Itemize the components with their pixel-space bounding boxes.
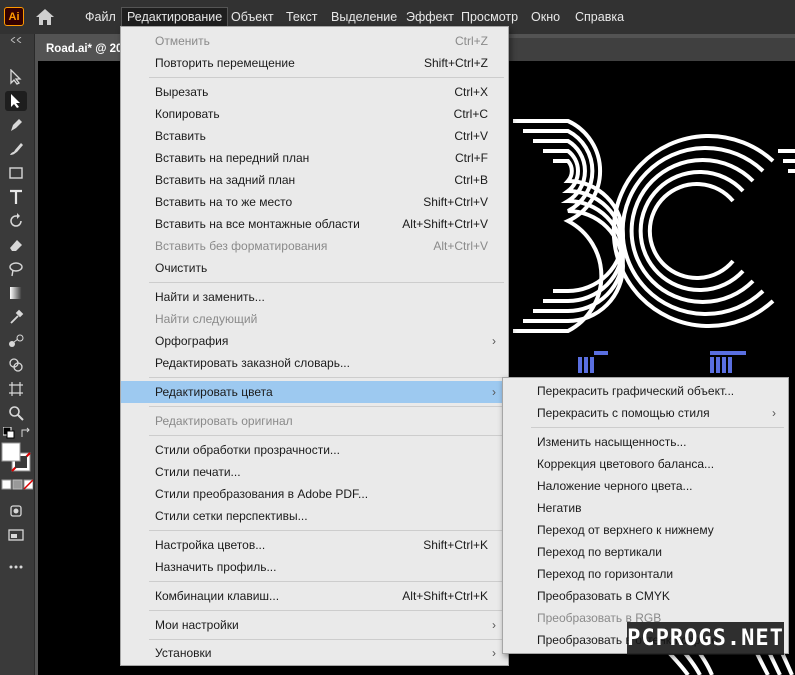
menu-item-copy[interactable]: Копировать Ctrl+C [121, 103, 508, 125]
submenu-arrow-icon: › [492, 334, 496, 348]
submenu-item-invert-colors[interactable]: Негатив [503, 497, 788, 519]
menu-item-clear[interactable]: Очистить [121, 257, 508, 279]
menu-select[interactable]: Выделение [326, 8, 402, 26]
menu-separator [149, 610, 504, 611]
menu-item-paste-no-format[interactable]: Вставить без форматирования Alt+Ctrl+V [121, 235, 508, 257]
menu-item-color-settings[interactable]: Настройка цветов... Shift+Ctrl+K [121, 534, 508, 556]
menu-item-my-settings[interactable]: Мои настройки › [121, 614, 508, 636]
artboard-tool-icon[interactable] [5, 379, 27, 399]
menu-view[interactable]: Просмотр [456, 8, 523, 26]
menu-separator [149, 639, 504, 640]
menu-file[interactable]: Файл [80, 8, 121, 26]
submenu-arrow-icon: › [492, 618, 496, 632]
menu-item-find-next[interactable]: Найти следующий [121, 308, 508, 330]
menu-item-edit-original[interactable]: Редактировать оригинал [121, 410, 508, 432]
menu-edit[interactable]: Редактирование [121, 7, 229, 27]
type-tool-icon[interactable] [5, 187, 27, 207]
submenu-item-recolor-artwork[interactable]: Перекрасить графический объект... [503, 380, 788, 402]
menu-item-paste-in-place[interactable]: Вставить на то же место Shift+Ctrl+V [121, 191, 508, 213]
menu-item-paste-all-artboards[interactable]: Вставить на все монтажные области Alt+Shi… [121, 213, 508, 235]
submenu-item-blend-front-to-back[interactable]: Переход от верхнего к нижнему [503, 519, 788, 541]
menu-item-paste-back[interactable]: Вставить на задний план Ctrl+B [121, 169, 508, 191]
rotate-tool-icon[interactable] [5, 211, 27, 231]
menu-separator [149, 377, 504, 378]
eraser-tool-icon[interactable] [5, 235, 27, 255]
menu-item-spelling[interactable]: Орфография › [121, 330, 508, 352]
menu-item-preferences[interactable]: Установки › [121, 642, 508, 664]
submenu-item-convert-cmyk[interactable]: Преобразовать в CMYK [503, 585, 788, 607]
lasso-tool-icon[interactable] [5, 259, 27, 279]
submenu-item-blend-vertically[interactable]: Переход по вертикали [503, 541, 788, 563]
blend-tool-icon[interactable] [5, 331, 27, 351]
menu-separator [149, 530, 504, 531]
gradient-tool-icon[interactable] [5, 283, 27, 303]
menu-item-edit-colors[interactable]: Редактировать цвета › [121, 381, 508, 403]
menu-separator [149, 282, 504, 283]
submenu-item-overprint-black[interactable]: Наложение черного цвета... [503, 475, 788, 497]
submenu-item-adjust-color-balance[interactable]: Коррекция цветового баланса... [503, 453, 788, 475]
submenu-item-blend-horizontally[interactable]: Переход по горизонтали [503, 563, 788, 585]
menu-item-find-replace[interactable]: Найти и заменить... [121, 286, 508, 308]
pen-tool-icon[interactable] [5, 115, 27, 135]
menu-item-undo[interactable]: Отменить Ctrl+Z [121, 30, 508, 52]
watermark: PCPROGS.NET [627, 622, 784, 655]
default-colors-icon[interactable] [2, 426, 16, 440]
submenu-item-saturate[interactable]: Изменить насыщенность... [503, 431, 788, 453]
menu-item-perspective-grid-presets[interactable]: Стили сетки перспективы... [121, 505, 508, 527]
menu-window[interactable]: Окно [526, 8, 565, 26]
menu-item-keyboard-shortcuts[interactable]: Комбинации клавиш... Alt+Shift+Ctrl+K [121, 585, 508, 607]
menu-separator [149, 581, 504, 582]
panel-collapse-icon[interactable] [5, 36, 27, 44]
document-tab[interactable]: Road.ai* @ 20 [38, 38, 122, 61]
direct-selection-tool-icon[interactable] [5, 67, 27, 87]
menu-item-edit-dictionary[interactable]: Редактировать заказной словарь... [121, 352, 508, 374]
menu-separator [531, 427, 784, 428]
menu-item-cut[interactable]: Вырезать Ctrl+X [121, 81, 508, 103]
zoom-tool-icon[interactable] [5, 403, 27, 423]
screen-mode-icon[interactable] [5, 525, 27, 545]
menu-item-assign-profile[interactable]: Назначить профиль... [121, 556, 508, 578]
edit-menu-dropdown: Отменить Ctrl+Z Повторить перемещение Shif… [120, 26, 509, 666]
eyedropper-tool-icon[interactable] [5, 307, 27, 327]
menu-item-print-presets[interactable]: Стили печати... [121, 461, 508, 483]
menu-separator [149, 77, 504, 78]
menu-effect[interactable]: Эффект [401, 8, 459, 26]
menu-separator [149, 406, 504, 407]
menu-item-transparency-presets[interactable]: Стили обработки прозрачности... [121, 439, 508, 461]
home-icon[interactable] [35, 8, 55, 26]
tools-panel [0, 34, 35, 675]
submenu-arrow-icon: › [492, 385, 496, 399]
menu-item-redo-move[interactable]: Повторить перемещение Shift+Ctrl+Z [121, 52, 508, 74]
menu-object[interactable]: Объект [226, 8, 279, 26]
submenu-arrow-icon: › [492, 646, 496, 660]
menu-item-pdf-presets[interactable]: Стили преобразования в Adobe PDF... [121, 483, 508, 505]
menu-text[interactable]: Текст [281, 8, 322, 26]
menu-help[interactable]: Справка [570, 8, 629, 26]
color-mode-icons[interactable] [1, 478, 33, 492]
menu-item-paste[interactable]: Вставить Ctrl+V [121, 125, 508, 147]
fill-stroke-swatch[interactable] [1, 442, 33, 474]
edit-colors-submenu: Перекрасить графический объект... Перекр… [502, 377, 789, 654]
more-tools-icon[interactable] [5, 557, 27, 577]
rectangle-tool-icon[interactable] [5, 163, 27, 183]
submenu-item-recolor-with-preset[interactable]: Перекрасить с помощью стиля › [503, 402, 788, 424]
swap-colors-icon[interactable] [19, 426, 33, 440]
draw-mode-icon[interactable] [5, 501, 27, 521]
app-logo: Ai [4, 7, 24, 26]
shape-builder-tool-icon[interactable] [5, 355, 27, 375]
menu-item-paste-front[interactable]: Вставить на передний план Ctrl+F [121, 147, 508, 169]
submenu-arrow-icon: › [772, 406, 776, 420]
selection-tool-icon[interactable] [5, 91, 27, 111]
menu-separator [149, 435, 504, 436]
brush-tool-icon[interactable] [5, 139, 27, 159]
